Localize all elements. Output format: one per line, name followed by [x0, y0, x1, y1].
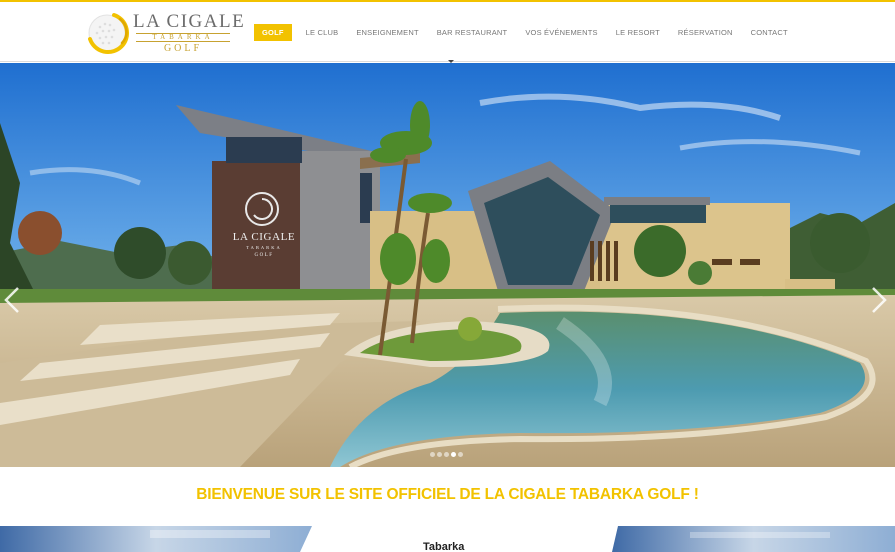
nav-item-reservation[interactable]: RÉSERVATION: [669, 24, 742, 41]
nav-item-vos-evenements[interactable]: VOS ÉVÉNEMENTS: [516, 24, 606, 41]
slider-dot[interactable]: [444, 452, 449, 457]
nav-item-le-resort[interactable]: LE RESORT: [607, 24, 669, 41]
hero-slider: LA CIGALE TABARKA GOLF: [0, 63, 895, 467]
welcome-heading: BIENVENUE SUR LE SITE OFFICIEL DE LA CIG…: [196, 486, 699, 503]
main-nav: GOLF LE CLUB ENSEIGNEMENT BAR RESTAURANT…: [254, 24, 797, 41]
feature-card-title: Tabarka: [423, 541, 465, 552]
nav-item-enseignement[interactable]: ENSEIGNEMENT: [347, 24, 427, 41]
nav-item-golf[interactable]: GOLF: [254, 24, 292, 41]
hero-image: LA CIGALE TABARKA GOLF: [0, 63, 895, 467]
site-header: LA CIGALE TABARKA GOLF GOLF LE CLUB ENSE…: [0, 2, 895, 62]
nav-item-le-club[interactable]: LE CLUB: [297, 24, 348, 41]
building-sign-subtitle: TABARKA: [246, 245, 281, 250]
slider-dot[interactable]: [437, 452, 442, 457]
building-sign-name: LA CIGALE: [233, 231, 296, 243]
slider-dots: [430, 452, 463, 457]
slider-dot-active[interactable]: [451, 452, 456, 457]
slider-dot[interactable]: [458, 452, 463, 457]
logo-subtitle: TABARKA: [136, 33, 230, 42]
logo-name: LA CIGALE: [133, 11, 246, 32]
slider-prev-button[interactable]: [0, 285, 24, 315]
golf-ball-logo-icon: [88, 13, 130, 55]
slider-dot[interactable]: [430, 452, 435, 457]
slider-next-button[interactable]: [867, 285, 891, 315]
chevron-left-icon: [4, 287, 19, 313]
logo-golf-label: GOLF: [163, 43, 203, 54]
building-sign-golf: GOLF: [254, 253, 273, 258]
nav-item-contact[interactable]: CONTACT: [742, 24, 797, 41]
site-logo[interactable]: LA CIGALE TABARKA GOLF: [84, 9, 244, 59]
chevron-right-icon: [872, 287, 887, 313]
nav-item-bar-restaurant[interactable]: BAR RESTAURANT: [428, 24, 517, 41]
